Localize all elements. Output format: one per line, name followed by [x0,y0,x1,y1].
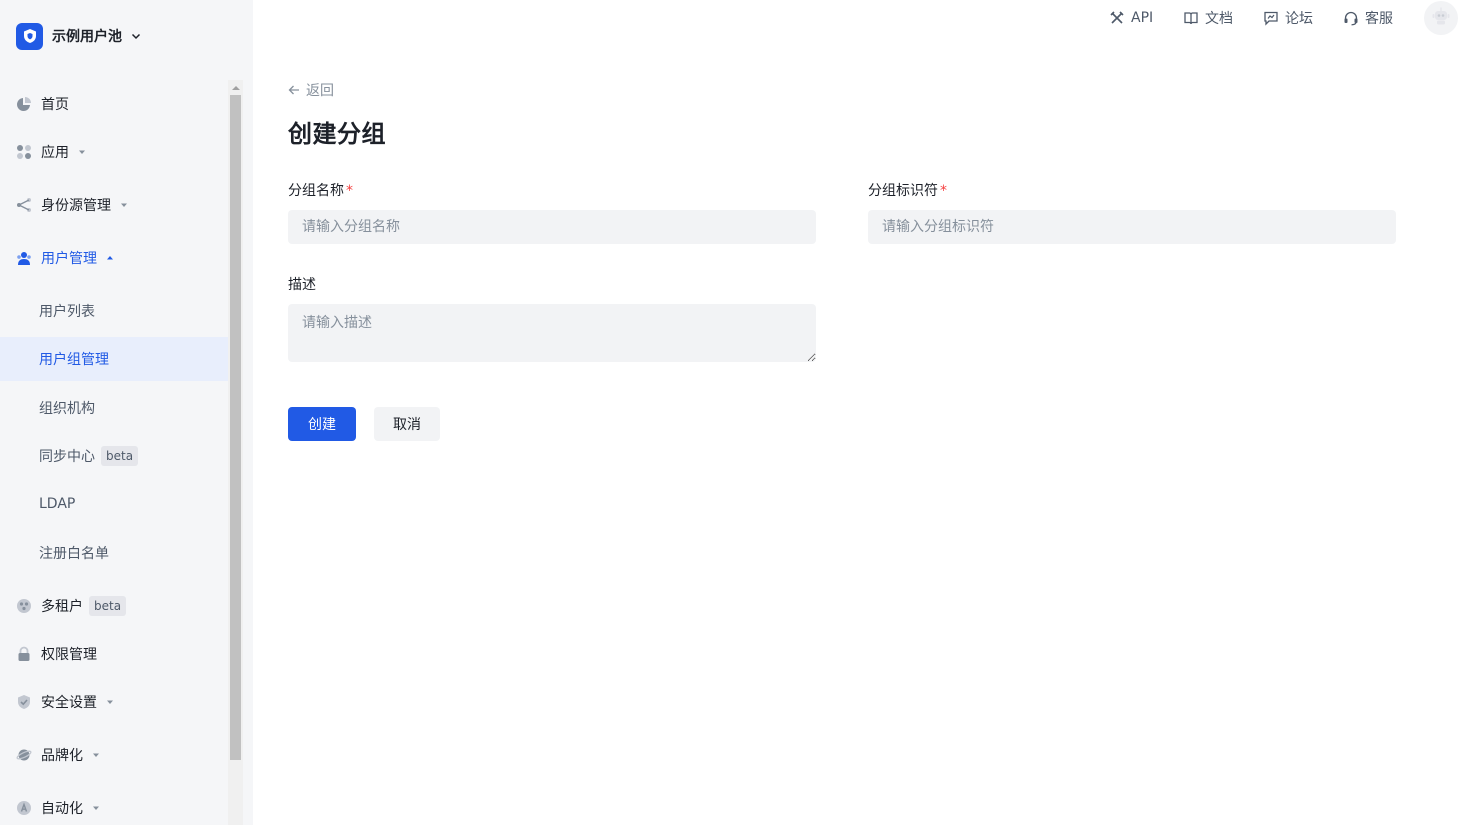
sidebar-item-label: 自动化 [41,801,83,817]
arrow-left-icon [288,84,300,96]
back-link-label: 返回 [306,83,334,99]
caret-down-icon [77,147,87,157]
shield-icon [16,22,43,50]
api-link-label: API [1131,10,1154,26]
group-code-label-text: 分组标识符 [868,183,938,199]
docs-link-label: 文档 [1205,11,1233,27]
caret-down-icon [91,803,101,813]
sidebar-subitem-user-groups[interactable]: 用户组管理 [0,337,228,381]
beta-badge: beta [89,596,127,616]
robot-avatar-icon [1430,5,1452,31]
scroll-up-arrow-icon[interactable] [228,80,243,95]
docs-link[interactable]: 文档 [1183,8,1233,28]
required-mark: * [346,183,353,199]
sidebar-item-home[interactable]: 首页 [0,82,228,126]
cancel-button[interactable]: 取消 [374,407,440,441]
scrollbar-thumb[interactable] [230,95,241,760]
sidebar-subitem-sync-center[interactable]: 同步中心 beta [0,434,228,478]
sidebar-item-apps[interactable]: 应用 [0,130,228,174]
required-mark: * [940,183,947,199]
forum-link[interactable]: 论坛 [1263,8,1313,28]
planet-icon [16,747,32,763]
automation-icon [16,800,32,816]
sidebar-item-automation[interactable]: 自动化 [0,786,228,825]
shield-check-icon [16,694,32,710]
lock-icon [16,646,32,662]
sidebar-subitem-organizations[interactable]: 组织机构 [0,386,228,430]
apps-icon [16,144,32,160]
sidebar-item-security[interactable]: 安全设置 [0,680,228,724]
sidebar-subitem-ldap[interactable]: LDAP [0,482,228,526]
sidebar-item-identity-sources[interactable]: 身份源管理 [0,183,228,227]
forum-link-label: 论坛 [1285,11,1313,27]
sidebar-nav: 首页 应用 身份源管理 用户管理 用户列表 用户组管理 组织机构 同步中心 be… [0,80,228,825]
description-textarea[interactable] [288,304,816,362]
sidebar-item-label: 用户管理 [41,251,97,267]
create-button[interactable]: 创建 [288,407,356,441]
sidebar-item-label: 同步中心 [39,449,95,465]
chevron-down-icon [130,30,142,42]
group-code-label: 分组标识符 * [868,180,947,200]
sidebar-subitem-user-list[interactable]: 用户列表 [0,289,228,333]
group-name-input[interactable] [288,210,816,244]
sidebar-item-label: 用户组管理 [39,352,109,368]
user-pool-name: 示例用户池 [52,29,122,45]
group-name-label-text: 分组名称 [288,183,344,199]
group-name-label: 分组名称 * [288,180,353,200]
share-icon [16,197,32,213]
user-avatar[interactable] [1424,1,1458,35]
sidebar-item-multi-tenant[interactable]: 多租户 beta [0,584,228,628]
sidebar-item-label: LDAP [39,496,76,512]
sidebar-item-label: 注册白名单 [39,546,109,562]
support-link-label: 客服 [1365,11,1393,27]
sidebar-item-branding[interactable]: 品牌化 [0,733,228,777]
tools-icon [1109,10,1125,26]
back-link[interactable]: 返回 [288,80,334,100]
users-icon [16,250,32,266]
api-link[interactable]: API [1109,8,1153,28]
user-pool-switcher[interactable]: 示例用户池 [16,22,142,50]
sidebar-item-label: 权限管理 [41,647,97,663]
tenant-icon [16,598,32,614]
caret-down-icon [105,697,115,707]
sidebar-item-label: 应用 [41,145,69,161]
sidebar: 示例用户池 首页 应用 身份源管理 用户管理 用户列表 用户组管理 组织机构 同… [0,0,253,825]
sidebar-item-label: 品牌化 [41,748,83,764]
sidebar-item-label: 组织机构 [39,401,95,417]
book-icon [1183,10,1199,26]
caret-down-icon [91,750,101,760]
sidebar-subitem-registration-whitelist[interactable]: 注册白名单 [0,531,228,575]
page-title: 创建分组 [288,120,386,148]
support-link[interactable]: 客服 [1343,8,1393,28]
chat-icon [1263,10,1279,26]
caret-up-icon [105,253,115,263]
pie-chart-icon [16,96,32,112]
headset-icon [1343,10,1359,26]
beta-badge: beta [101,446,139,466]
sidebar-item-user-management[interactable]: 用户管理 [0,236,228,280]
sidebar-item-permissions[interactable]: 权限管理 [0,632,228,676]
sidebar-item-label: 用户列表 [39,304,95,320]
sidebar-scrollbar[interactable] [228,80,243,825]
sidebar-item-label: 身份源管理 [41,198,111,214]
group-code-input[interactable] [868,210,1396,244]
sidebar-item-label: 安全设置 [41,695,97,711]
description-label: 描述 [288,277,316,293]
caret-down-icon [119,200,129,210]
sidebar-item-label: 首页 [41,97,69,113]
sidebar-item-label: 多租户 [41,599,83,615]
